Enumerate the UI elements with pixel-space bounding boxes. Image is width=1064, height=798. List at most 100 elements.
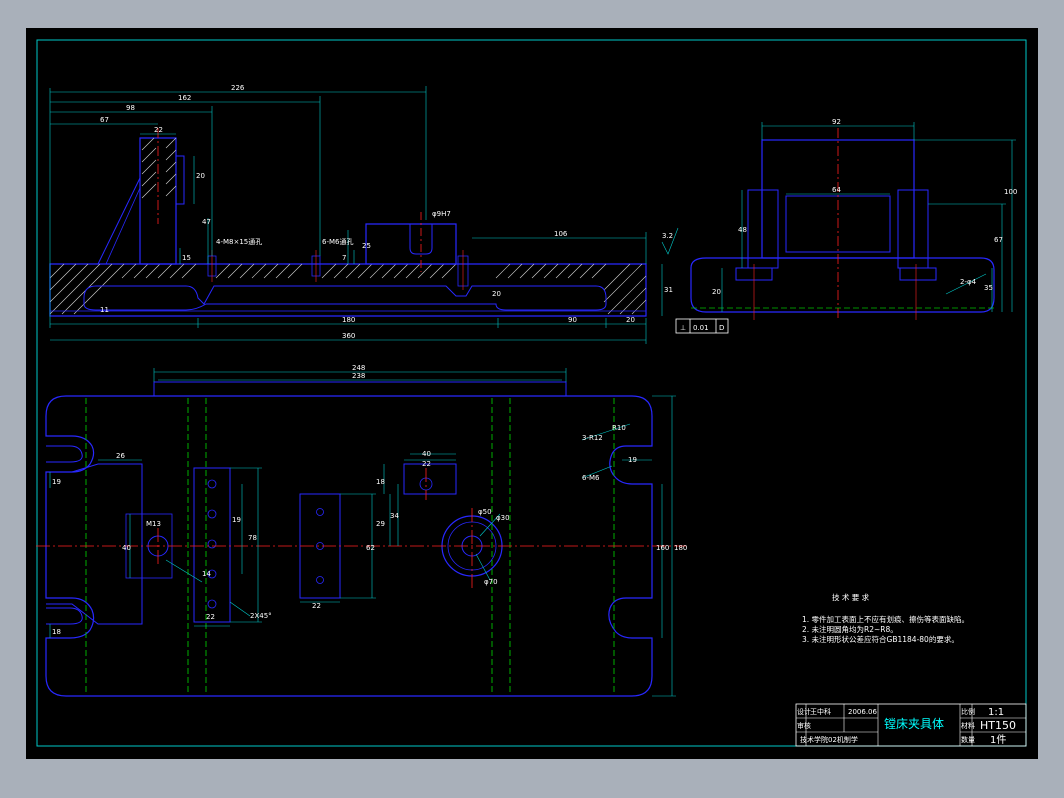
tb-name: 镗床夹具体 — [884, 717, 944, 731]
side-view: 92 64 100 48 67 20 35 2-φ4 — [690, 118, 1017, 320]
side-dim-r04: 2-φ4 — [960, 278, 977, 286]
dim-180: 180 — [342, 316, 355, 324]
side-outline — [690, 257, 995, 313]
tb-col-material: 材料 — [961, 721, 975, 730]
hole-column — [207, 479, 217, 609]
front-base-outline — [49, 263, 647, 317]
tolerance-frame: ⊥ 0.01 D — [675, 318, 729, 334]
dim-7: 7 — [342, 254, 346, 262]
tech-item-2: 2. 未注明圆角均为R2~R8。 — [802, 624, 898, 634]
tb-school: 技术学院02机制学 — [800, 735, 858, 744]
top-slot-left-inner-b — [46, 607, 83, 625]
dim-20r: 20 — [492, 290, 501, 298]
dim-162: 162 — [178, 94, 191, 102]
top-chamfer: 2X45° — [250, 612, 272, 620]
front-dim-lines — [49, 86, 663, 344]
dim-47: 47 — [202, 218, 211, 226]
top-dim-22b: 22 — [312, 602, 321, 610]
cad-drawing: 226 162 98 67 22 106 180 90 20 360 47 20… — [36, 39, 1027, 747]
top-dim-14: 14 — [202, 570, 211, 578]
tb-material: HT150 — [980, 719, 1016, 732]
top-dim-26: 26 — [116, 452, 125, 460]
top-dim-18b: 18 — [52, 628, 61, 636]
top-dim-78: 78 — [248, 534, 257, 542]
tb-scale: 1:1 — [988, 707, 1004, 718]
top-dim-29: 29 — [376, 520, 385, 528]
tb-quantity: 1件 — [990, 734, 1006, 746]
top-dim-62: 62 — [366, 544, 375, 552]
tolerance-symbol: ⊥ — [680, 324, 686, 332]
front-rib — [97, 177, 141, 265]
top-dim-40t: 40 — [422, 450, 431, 458]
top-slot-left-inner — [46, 445, 83, 463]
tech-item-1: 1. 零件加工表面上不应有划痕、擦伤等表面缺陷。 — [802, 614, 969, 624]
top-dim-248: 248 — [352, 364, 365, 372]
side-foot-right — [899, 267, 937, 281]
top-view: 248 238 26 19 40 M13 14 22 78 19 22 62 4… — [36, 364, 687, 697]
side-dim-20: 20 — [712, 288, 721, 296]
top-dim-18: 18 — [376, 478, 385, 486]
upright-hatch — [141, 137, 177, 199]
title-block: 设计 审核 王中科 2006.06 技术学院02机制学 镗床夹具体 比例 材料 … — [795, 703, 1027, 747]
top-dim-180: 180 — [674, 544, 687, 552]
top-dim-19b: 19 — [628, 456, 637, 464]
tech-requirements: 技 术 要 求 1. 零件加工表面上不应有划痕、擦伤等表面缺陷。 2. 未注明圆… — [802, 592, 969, 644]
bore-note: φ9H7 — [432, 210, 451, 218]
top-r1: R10 — [612, 424, 626, 432]
dim-11: 11 — [100, 306, 109, 314]
side-dim-92: 92 — [832, 118, 841, 126]
top-hole-block — [193, 467, 231, 623]
side-dim-48: 48 — [738, 226, 747, 234]
top-dim-22t: 22 — [422, 460, 431, 468]
dim-22: 22 — [154, 126, 163, 134]
top-dim-34: 34 — [390, 512, 399, 520]
top-r2: 3-R12 — [582, 434, 603, 442]
top-d50: φ50 — [478, 508, 492, 516]
top-dim-40: 40 — [122, 544, 131, 552]
side-dim-35: 35 — [984, 284, 993, 292]
front-upright-boss — [176, 155, 185, 205]
dim-226: 226 — [231, 84, 245, 92]
dim-20: 20 — [626, 316, 635, 324]
side-dim-67: 67 — [994, 236, 1003, 244]
front-hatching — [49, 263, 647, 315]
dim-20v: 20 — [196, 172, 205, 180]
dim-15: 15 — [182, 254, 191, 262]
tb-col-scale: 比例 — [961, 707, 975, 716]
dim-67: 67 — [100, 116, 109, 124]
top-dim-238: 238 — [352, 372, 365, 380]
tolerance-value: 0.01 — [693, 324, 709, 332]
tech-item-3: 3. 未注明形状公差应符合GB1184-80的要求。 — [802, 634, 959, 644]
dim-98: 98 — [126, 104, 135, 112]
top-dim-lines — [49, 368, 676, 697]
top-dim-19: 19 — [52, 478, 61, 486]
tb-designer: 王中科 — [810, 707, 831, 716]
tech-title: 技 术 要 求 — [832, 592, 870, 602]
side-dim-64: 64 — [832, 186, 841, 194]
tb-label-design: 设计 — [797, 707, 811, 716]
dim-31: 31 — [664, 286, 673, 294]
dim-106: 106 — [554, 230, 568, 238]
top-dim-22a: 22 — [206, 613, 215, 621]
front-rib-2 — [105, 187, 141, 265]
tb-label-review: 审核 — [797, 721, 811, 730]
dim-360: 360 — [342, 332, 355, 340]
thread-note-2: 6-M6通孔 — [322, 237, 353, 246]
top-d70: φ70 — [484, 578, 498, 586]
side-left-leg — [747, 189, 779, 269]
top-dim-m13: M13 — [146, 520, 161, 528]
top-small-block — [403, 463, 457, 495]
top-dim-160: 160 — [656, 544, 669, 552]
thread-note-1: 4-M8×15通孔 — [216, 237, 262, 246]
front-small-block — [365, 223, 457, 265]
dim-25: 25 — [362, 242, 371, 250]
side-right-leg — [897, 189, 929, 269]
dim-90: 90 — [568, 316, 577, 324]
front-cavity — [83, 285, 607, 311]
top-center-lines — [36, 468, 686, 588]
top-d30: φ30 — [496, 514, 510, 522]
roughness-mark: 3.2 — [662, 232, 673, 240]
top-dim-19r: 19 — [232, 516, 241, 524]
side-dim-100: 100 — [1004, 188, 1017, 196]
top-rail — [153, 381, 567, 397]
